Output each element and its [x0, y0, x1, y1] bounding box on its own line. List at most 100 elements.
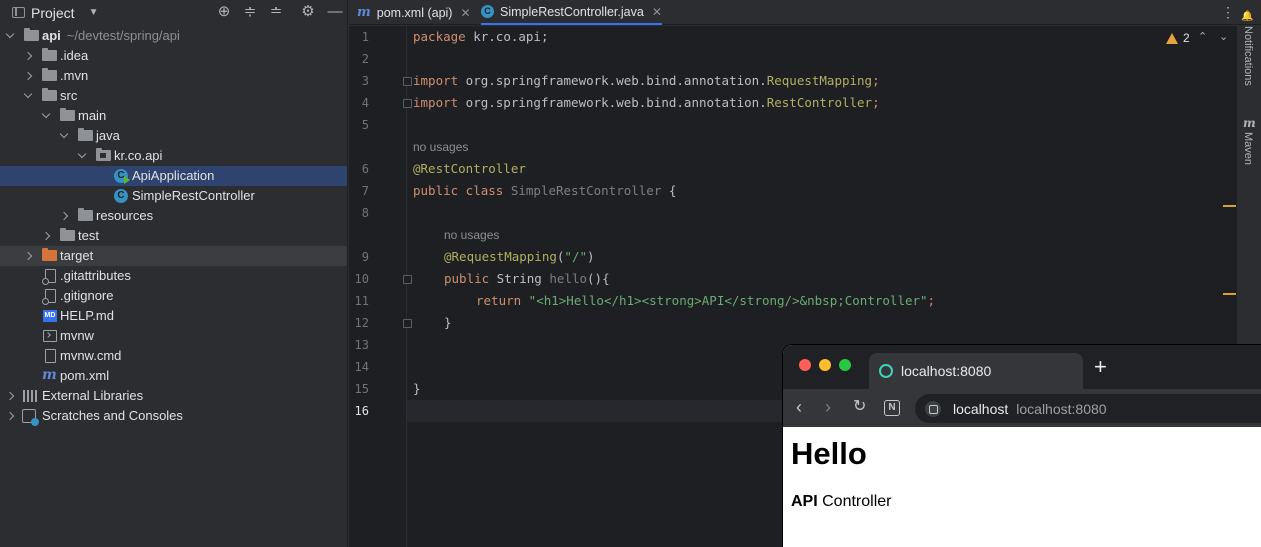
libraries-icon: [23, 390, 39, 402]
extension-icon[interactable]: N: [884, 400, 900, 416]
chevron-right-icon[interactable]: [22, 50, 34, 62]
tree-item-mvnw-cmd[interactable]: mvnw.cmd: [0, 346, 347, 366]
tree-item-label: target: [60, 248, 94, 263]
chevron-right-icon[interactable]: [4, 390, 16, 402]
tree-item-scratches[interactable]: Scratches and Consoles: [0, 406, 347, 426]
chevron-right-icon[interactable]: [22, 250, 34, 262]
chevron-right-icon[interactable]: [40, 230, 52, 242]
code-line-6: @RestController: [413, 158, 526, 180]
usages-hint[interactable]: no usages: [413, 136, 468, 158]
code-line-15: }: [413, 378, 421, 400]
bell-icon[interactable]: 🔔: [1242, 10, 1253, 22]
tree-item-external-libraries[interactable]: External Libraries: [0, 386, 347, 406]
tree-item-simple-rest-controller[interactable]: C SimpleRestController: [0, 186, 347, 206]
new-tab-button[interactable]: +: [1094, 355, 1107, 379]
collapse-all-icon[interactable]: ≐: [268, 4, 284, 20]
line-number: 12: [354, 316, 369, 330]
usages-hint[interactable]: no usages: [444, 224, 499, 246]
back-icon[interactable]: ‹: [796, 397, 802, 417]
fold-marker-icon[interactable]: [403, 319, 412, 328]
warning-count: 2: [1183, 31, 1190, 45]
site-info-icon[interactable]: [925, 400, 941, 417]
tab-pom-xml[interactable]: m pom.xml (api) ✕: [357, 0, 471, 25]
tree-item-mvnw[interactable]: mvnw: [0, 326, 347, 346]
semicolon: ;: [872, 95, 880, 110]
maven-tool[interactable]: Maven: [1242, 132, 1254, 165]
expand-all-icon[interactable]: ≑: [242, 4, 258, 20]
tree-item-gitignore[interactable]: .gitignore: [0, 286, 347, 306]
chevron-down-icon[interactable]: [40, 110, 52, 122]
chevron-up-icon[interactable]: ⌃: [1198, 30, 1207, 43]
line-number: 11: [354, 294, 369, 308]
tree-item-test[interactable]: test: [0, 226, 347, 246]
chevron-down-icon[interactable]: [58, 130, 70, 142]
tree-item-path: ~/devtest/spring/api: [66, 28, 180, 43]
project-icon: [12, 7, 25, 18]
warning-stripe-marker[interactable]: [1223, 205, 1236, 207]
tree-item-gitattributes[interactable]: .gitattributes: [0, 266, 347, 286]
address-url: localhost:8080: [1016, 400, 1107, 417]
tree-item-label: .idea: [60, 48, 89, 63]
chevron-right-icon[interactable]: [58, 210, 70, 222]
folder-icon: [42, 88, 57, 101]
gear-icon[interactable]: ⚙: [300, 4, 316, 20]
file-icon: [45, 349, 56, 363]
tree-item-help-md[interactable]: MD HELP.md: [0, 306, 347, 326]
more-options-icon[interactable]: ⋮: [1221, 4, 1235, 21]
tree-item-java[interactable]: java: [0, 126, 347, 146]
chevron-right-icon[interactable]: [4, 410, 16, 422]
minimize-window-button[interactable]: [819, 359, 831, 371]
tree-item-idea[interactable]: .idea: [0, 46, 347, 66]
close-icon[interactable]: ✕: [652, 5, 662, 19]
web-page-content: Hello API Controller: [783, 427, 1261, 547]
project-tool-window: Project ▼ ⊕ ≑ ≐ ⚙ — api ~/devtest/spring/…: [0, 0, 348, 547]
line-number: 16: [354, 404, 369, 418]
line-number: 7: [361, 184, 369, 198]
tree-item-package[interactable]: kr.co.api: [0, 146, 347, 166]
source-folder-icon: [78, 128, 93, 141]
project-view-selector[interactable]: Project: [31, 5, 75, 21]
code-line-12: }: [444, 312, 452, 334]
tree-item-pom-xml[interactable]: m pom.xml: [0, 366, 347, 386]
tree-item-label: java: [96, 128, 120, 143]
method-name: hello: [549, 271, 588, 286]
fold-marker-icon[interactable]: [403, 99, 412, 108]
chevron-down-icon[interactable]: ⌄: [1219, 30, 1228, 43]
inspection-widget[interactable]: 2: [1166, 31, 1190, 45]
close-icon[interactable]: ✕: [460, 6, 470, 20]
chevron-down-icon[interactable]: [76, 150, 88, 162]
tab-simple-rest-controller[interactable]: C SimpleRestController.java ✕: [481, 0, 662, 25]
tree-item-resources[interactable]: resources: [0, 206, 347, 226]
keyword: import: [413, 95, 459, 110]
chevron-down-icon[interactable]: ▼: [89, 7, 99, 18]
reload-icon[interactable]: ↻: [853, 397, 866, 417]
tree-item-api[interactable]: api ~/devtest/spring/api: [0, 26, 347, 46]
git-file-icon: [42, 289, 56, 305]
minimize-icon[interactable]: —: [327, 4, 343, 20]
browser-toolbar: ‹ › ↻ N localhost localhost:8080: [783, 389, 1261, 427]
notifications-tool[interactable]: Notifications: [1242, 26, 1254, 86]
tree-item-label: ApiApplication: [132, 168, 215, 183]
chevron-right-icon[interactable]: [22, 70, 34, 82]
tree-item-label: mvnw: [60, 328, 94, 343]
address-bar[interactable]: localhost localhost:8080: [915, 394, 1261, 423]
locate-icon[interactable]: ⊕: [216, 4, 232, 20]
tree-item-mvn[interactable]: .mvn: [0, 66, 347, 86]
tree-item-src[interactable]: src: [0, 86, 347, 106]
fold-marker-icon[interactable]: [403, 275, 412, 284]
tree-item-target[interactable]: target: [0, 246, 347, 266]
line-number: 15: [354, 382, 369, 396]
warning-stripe-marker[interactable]: [1223, 293, 1236, 295]
chevron-down-icon[interactable]: [22, 90, 34, 102]
browser-tab[interactable]: localhost:8080: [869, 353, 1083, 389]
line-number: 14: [354, 360, 369, 374]
tree-item-main[interactable]: main: [0, 106, 347, 126]
tree-item-api-application[interactable]: C ApiApplication: [0, 166, 347, 186]
zoom-window-button[interactable]: [839, 359, 851, 371]
chevron-down-icon[interactable]: [4, 30, 16, 42]
fold-marker-icon[interactable]: [403, 77, 412, 86]
close-window-button[interactable]: [799, 359, 811, 371]
forward-icon[interactable]: ›: [825, 397, 831, 417]
resources-folder-icon: [78, 208, 93, 221]
paren: ): [587, 249, 595, 264]
